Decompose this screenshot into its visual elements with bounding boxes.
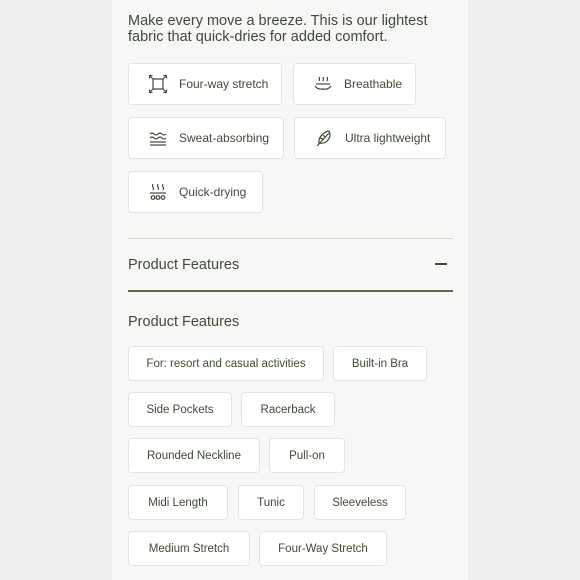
feature-tag: Four-Way Stretch [259,531,387,566]
feature-tag: Side Pockets [128,392,232,427]
tag-label: Tunic [257,496,285,509]
feature-tag: Medium Stretch [128,531,250,566]
feather-icon [313,127,335,149]
feature-tag: Racerback [241,392,335,427]
feature-chip-sweat-absorbing: Sweat-absorbing [128,117,284,159]
accordion-underline [128,290,453,292]
feature-tag: Tunic [238,485,304,520]
feature-label: Quick-drying [179,185,247,199]
feature-tag: For: resort and casual activities [128,346,324,381]
feature-tag: Rounded Neckline [128,438,260,473]
quick-drying-icon [147,181,169,203]
tag-label: Side Pockets [146,403,214,416]
collapse-minus-icon[interactable] [433,256,449,272]
sweat-absorbing-icon [147,127,169,149]
feature-label: Sweat-absorbing [179,131,270,145]
tag-label: Racerback [260,403,316,416]
feature-chip-ultra-lightweight: Ultra lightweight [294,117,446,159]
tag-label: Rounded Neckline [147,449,241,462]
section-divider [128,238,453,239]
feature-tag: Pull-on [269,438,345,473]
four-way-stretch-icon [147,73,169,95]
feature-chip-quick-drying: Quick-drying [128,171,263,213]
fabric-description: Make every move a breeze. This is our li… [128,13,428,45]
feature-tag: Sleeveless [314,485,406,520]
feature-label: Breathable [344,77,403,91]
feature-chip-breathable: Breathable [293,63,416,105]
tag-label: Four-Way Stretch [278,542,368,555]
tag-label: Sleeveless [332,496,388,509]
feature-tag: Midi Length [128,485,228,520]
feature-label: Four-way stretch [179,77,269,91]
accordion-header-product-features[interactable]: Product Features [128,240,453,290]
tag-label: Midi Length [148,496,208,509]
tag-label: Pull-on [289,449,325,462]
feature-chip-four-way-stretch: Four-way stretch [128,63,282,105]
feature-label: Ultra lightweight [345,131,431,145]
feature-tag: Built-in Bra [333,346,427,381]
tag-label: Built-in Bra [351,357,409,370]
tag-label: For: resort and casual activities [146,357,306,370]
accordion-title: Product Features [128,257,240,273]
tag-label: Medium Stretch [148,542,230,555]
product-features-heading: Product Features [128,314,240,330]
breathable-icon [312,73,334,95]
